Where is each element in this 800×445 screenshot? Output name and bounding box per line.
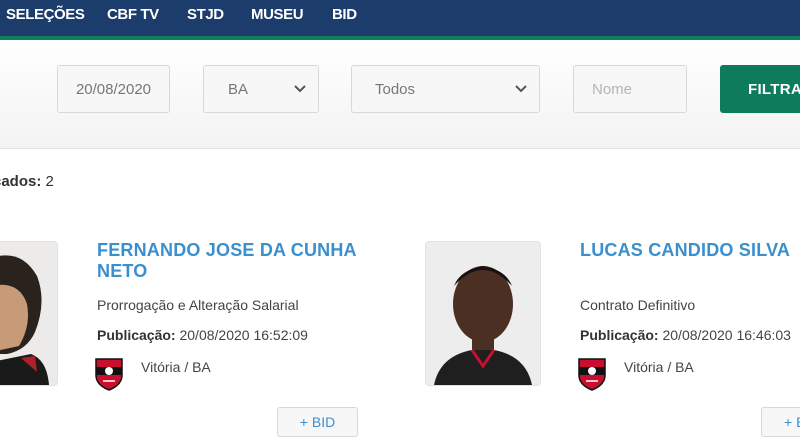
filter-bar: 20/08/2020 BA Todos Nome FILTRA	[0, 40, 800, 149]
nav-item-museu[interactable]: MUSEU	[251, 6, 304, 23]
publication-date: 20/08/2020 16:52:09	[179, 327, 308, 343]
player-name-line: LUCAS CANDIDO SILVA	[580, 240, 791, 260]
state-select[interactable]: BA	[203, 65, 319, 113]
filter-button[interactable]: FILTRA	[720, 65, 800, 113]
results-label: cados:	[0, 173, 42, 190]
nav-item-selecoes[interactable]: SELEÇÕES	[6, 6, 85, 23]
chevron-down-icon	[294, 85, 306, 93]
contract-type: Prorrogação e Alteração Salarial	[97, 297, 299, 313]
publication-date: 20/08/2020 16:46:03	[662, 327, 791, 343]
date-input[interactable]: 20/08/2020	[57, 65, 170, 113]
player-name-line: NETO	[97, 261, 148, 281]
nav-item-stjd[interactable]: STJD	[187, 6, 224, 23]
club-crest-icon	[578, 358, 606, 391]
publication: Publicação: 20/08/2020 16:52:09	[97, 327, 308, 343]
results-count: cados: 2	[0, 173, 54, 190]
state-value: BA	[228, 80, 249, 98]
club-name: Vitória / BA	[624, 359, 694, 375]
name-placeholder: Nome	[592, 80, 633, 98]
bid-button[interactable]: + BID	[277, 407, 358, 437]
date-value: 20/08/2020	[75, 80, 152, 98]
type-value: Todos	[375, 80, 416, 98]
type-select[interactable]: Todos	[351, 65, 540, 113]
player-photo	[425, 241, 541, 386]
player-name-line: FERNANDO JOSE DA CUNHA	[97, 240, 357, 260]
contract-type: Contrato Definitivo	[580, 297, 696, 313]
club-name: Vitória / BA	[141, 359, 211, 375]
nav-item-bid[interactable]: BID	[332, 6, 357, 23]
player-photo-image	[0, 242, 57, 385]
player-photo-image	[426, 242, 540, 385]
chevron-down-icon	[515, 85, 527, 93]
player-name[interactable]: LUCAS CANDIDO SILVA	[580, 240, 790, 261]
player-name[interactable]: FERNANDO JOSE DA CUNHA NETO	[97, 240, 357, 282]
top-navigation: SELEÇÕES CBF TV STJD MUSEU BID	[0, 0, 800, 40]
bid-button[interactable]: + B	[761, 407, 800, 437]
club-crest-icon	[95, 358, 123, 391]
publication-label: Publicação:	[580, 327, 659, 343]
publication: Publicação: 20/08/2020 16:46:03	[580, 327, 791, 343]
player-photo	[0, 241, 58, 386]
name-input[interactable]: Nome	[573, 65, 687, 113]
nav-item-cbf-tv[interactable]: CBF TV	[107, 6, 159, 23]
publication-label: Publicação:	[97, 327, 176, 343]
results-number: 2	[45, 173, 54, 190]
